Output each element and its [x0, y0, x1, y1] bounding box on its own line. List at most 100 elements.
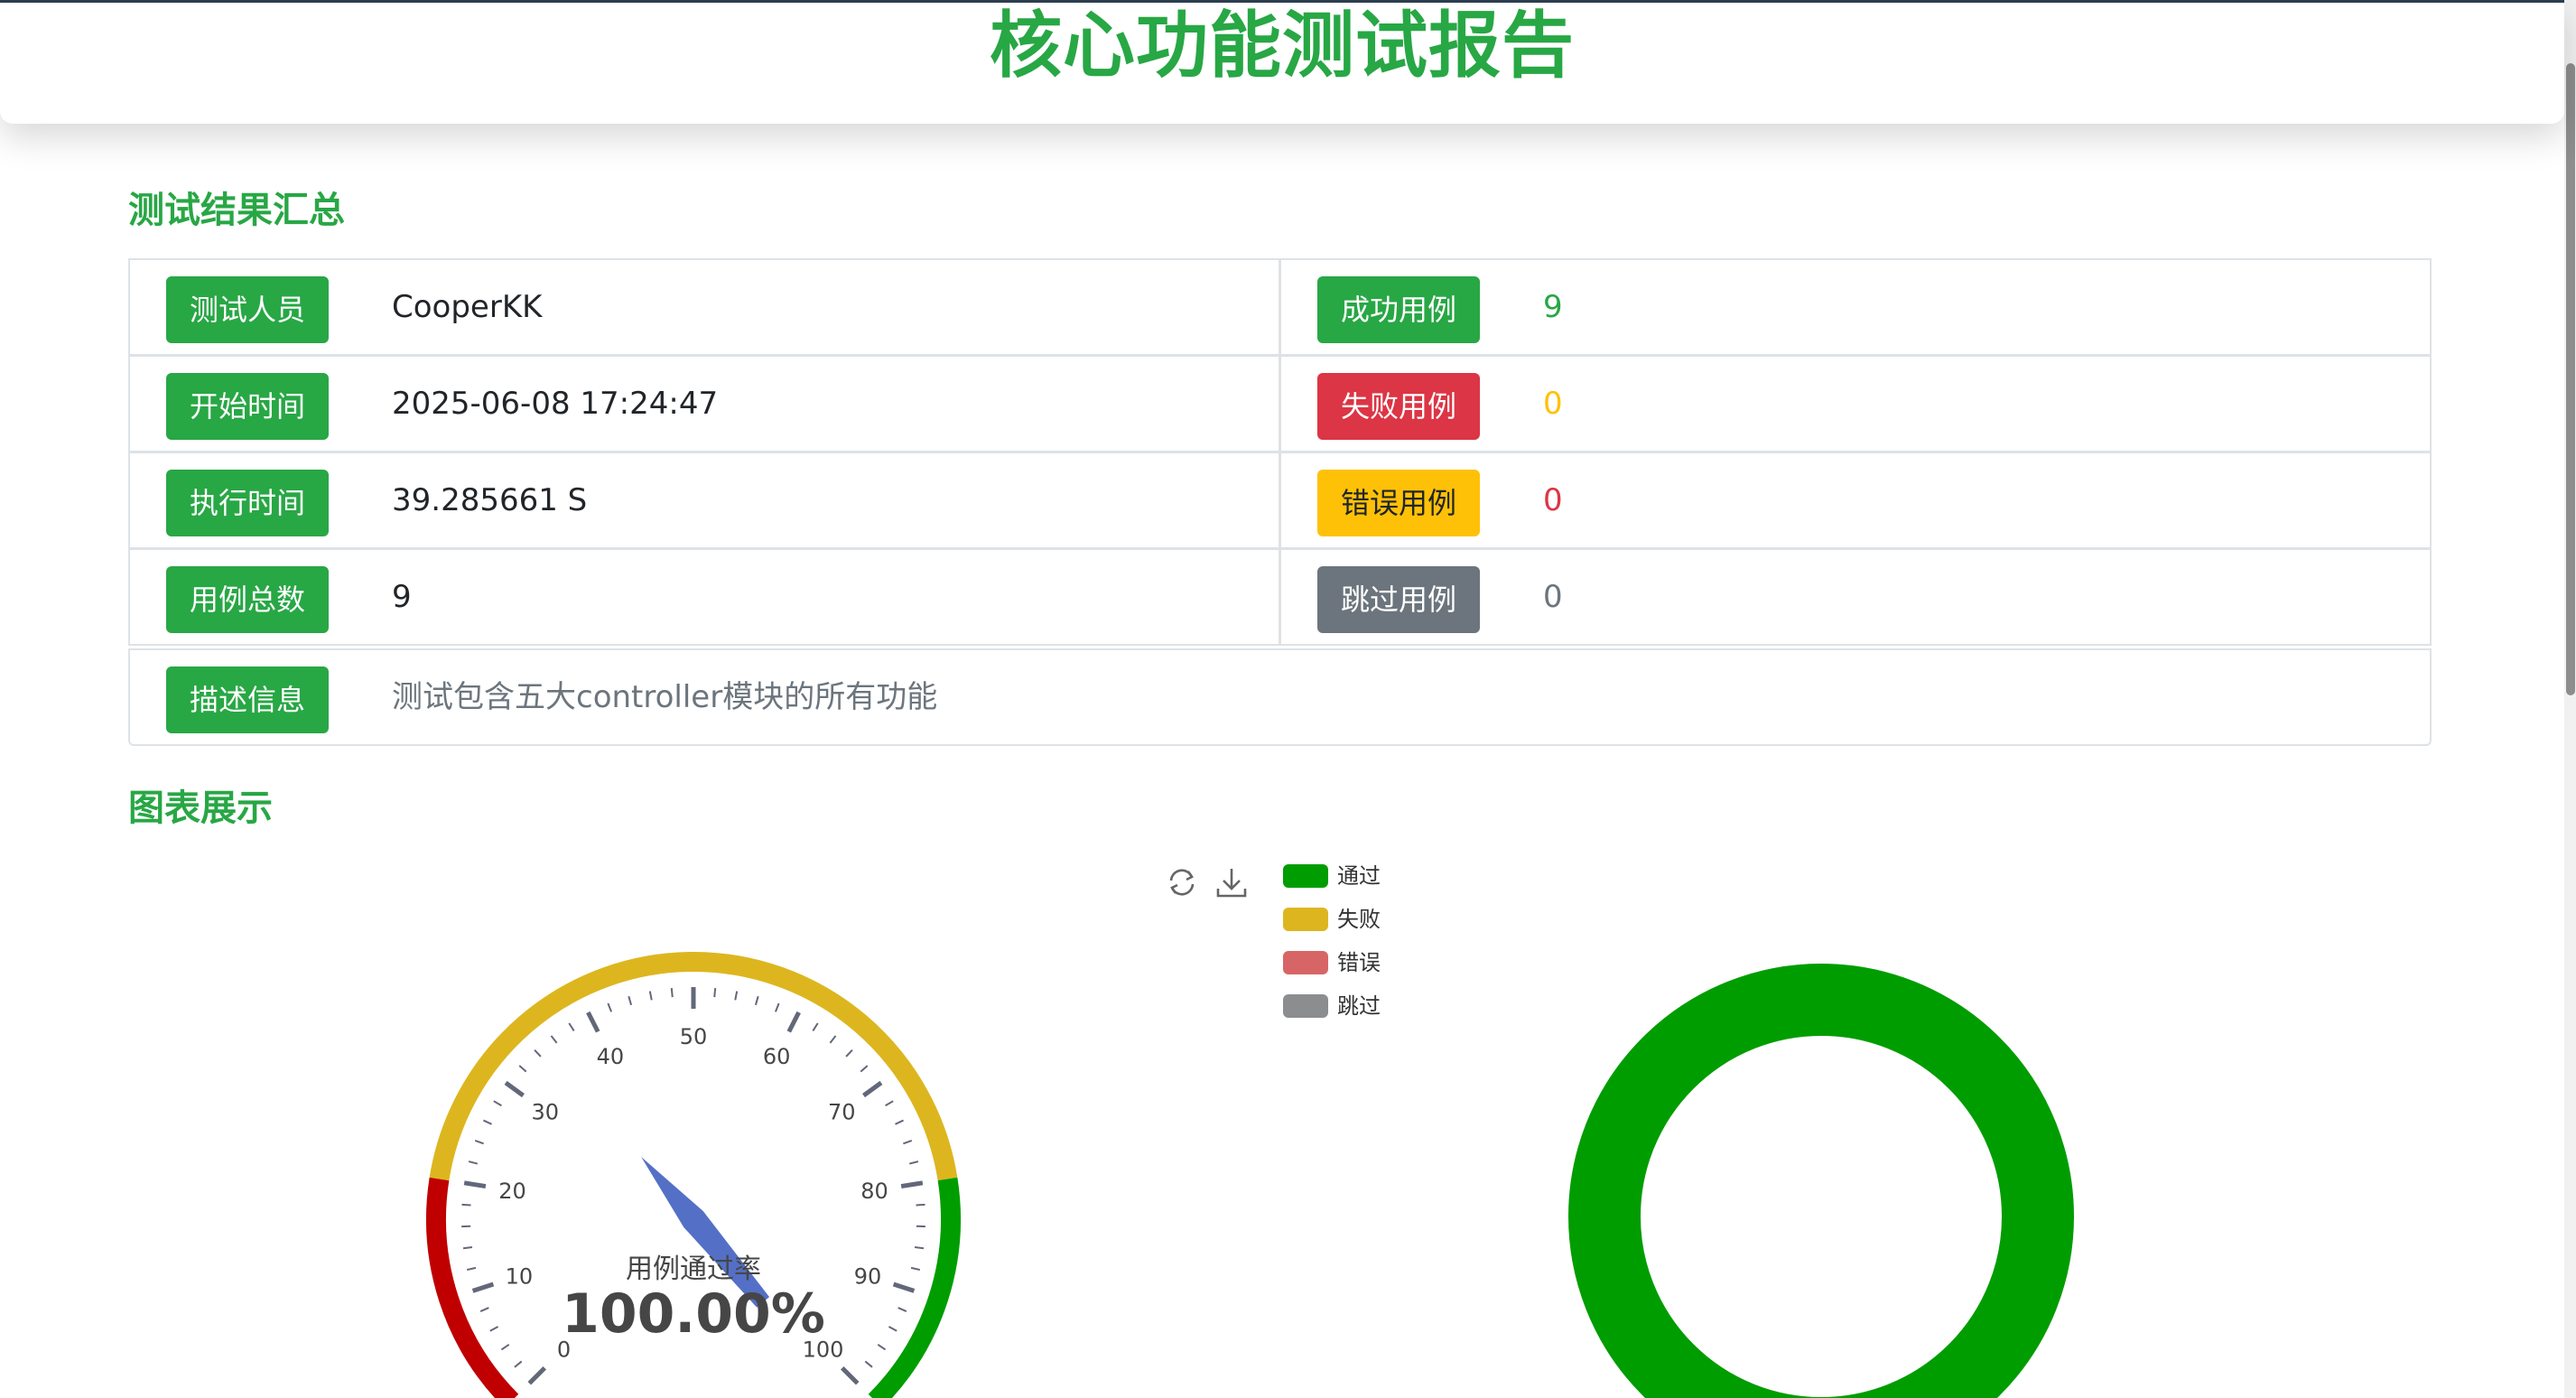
- gauge-tick-label: 70: [828, 1100, 856, 1125]
- gauge-minor-tick: [812, 1022, 819, 1031]
- legend-label-error: 错误: [1337, 950, 1381, 975]
- gauge-tick-label: 20: [498, 1179, 526, 1204]
- gauge-minor-tick: [466, 1266, 477, 1272]
- legend-swatch-skip: [1283, 994, 1328, 1018]
- error-label: 错误用例: [1317, 470, 1480, 536]
- gauge-minor-tick: [895, 1119, 904, 1125]
- gauge-minor-tick: [489, 1326, 499, 1332]
- legend-swatch-fail: [1283, 908, 1328, 931]
- tester-label: 测试人员: [166, 276, 329, 343]
- page-title: 核心功能测试报告: [990, 4, 1575, 88]
- gauge-minor-tick: [670, 988, 674, 998]
- pass-rate-gauge: 0102030405060708090100 用例通过率 100.00%: [426, 952, 961, 1398]
- gauge-tick-label: 90: [854, 1264, 882, 1290]
- summary-section-title: 测试结果汇总: [128, 190, 345, 231]
- gauge-major-tick: [786, 1011, 801, 1033]
- error-row: 错误用例 0: [1279, 452, 2432, 549]
- skip-row: 跳过用例 0: [1279, 548, 2432, 646]
- success-label: 成功用例: [1317, 276, 1480, 343]
- gauge-major-tick: [840, 1365, 860, 1385]
- gauge-minor-tick: [468, 1160, 479, 1165]
- gauge-minor-tick: [500, 1344, 510, 1351]
- gauge-minor-tick: [483, 1119, 492, 1125]
- scrollbar-thumb[interactable]: [2566, 63, 2575, 695]
- gauge-minor-tick: [910, 1266, 921, 1272]
- gauge-major-tick: [504, 1080, 525, 1098]
- gauge-major-tick: [586, 1011, 600, 1033]
- gauge-minor-tick: [908, 1160, 919, 1165]
- gauge-major-tick: [892, 1282, 916, 1293]
- gauge-minor-tick: [774, 1002, 780, 1012]
- gauge-tick-label: 30: [531, 1100, 559, 1125]
- gauge-minor-tick: [493, 1100, 502, 1107]
- gauge-tick-label: 10: [506, 1264, 534, 1290]
- fail-value: 0: [1543, 386, 1563, 422]
- tester-value: CooperKK: [392, 289, 543, 325]
- legend-label-pass: 通过: [1337, 863, 1381, 889]
- gauge-minor-tick: [628, 995, 633, 1006]
- start-time-row: 开始时间 2025-06-08 17:24:47: [128, 355, 1280, 452]
- gauge-minor-tick: [568, 1022, 575, 1031]
- gauge-minor-tick: [845, 1048, 853, 1058]
- skip-label: 跳过用例: [1317, 566, 1480, 633]
- gauge-minor-tick: [518, 1065, 527, 1073]
- gauge-minor-tick: [734, 991, 739, 1001]
- gauge-minor-tick: [860, 1065, 869, 1073]
- gauge-major-tick: [900, 1180, 924, 1189]
- gauge-major-tick: [862, 1080, 883, 1098]
- legend-swatch-error: [1283, 951, 1328, 974]
- duration-row: 执行时间 39.285661 S: [128, 452, 1280, 549]
- fail-row: 失败用例 0: [1279, 355, 2432, 452]
- gauge-minor-tick: [534, 1048, 542, 1058]
- duration-label: 执行时间: [166, 470, 329, 536]
- gauge-minor-tick: [864, 1360, 873, 1368]
- legend-label-skip: 跳过: [1337, 993, 1381, 1019]
- gauge-minor-tick: [550, 1035, 558, 1044]
- description-label: 描述信息: [166, 666, 329, 733]
- gauge-minor-tick: [479, 1307, 489, 1312]
- gauge-minor-tick: [713, 988, 717, 998]
- tester-row: 测试人员 CooperKK: [128, 258, 1280, 356]
- donut-slice-0[interactable]: [1568, 964, 2074, 1398]
- gauge-minor-tick: [648, 991, 653, 1001]
- gauge-minor-tick: [474, 1140, 484, 1145]
- total-row: 用例总数 9: [128, 548, 1280, 646]
- description-row: 描述信息 测试包含五大controller模块的所有功能: [128, 648, 2432, 746]
- start-time-value: 2025-06-08 17:24:47: [392, 386, 719, 422]
- gauge-minor-tick: [461, 1203, 471, 1207]
- error-value: 0: [1543, 482, 1563, 518]
- gauge-major-tick: [471, 1282, 495, 1293]
- total-value: 9: [392, 579, 412, 615]
- gauge-minor-tick: [885, 1100, 894, 1107]
- gauge-minor-tick: [754, 995, 759, 1006]
- gauge-minor-tick: [462, 1245, 473, 1250]
- success-value: 9: [1543, 289, 1563, 325]
- legend-swatch-pass: [1283, 864, 1328, 888]
- gauge-minor-tick: [888, 1326, 897, 1332]
- gauge-tick-label: 80: [860, 1179, 888, 1204]
- legend-label-fail: 失败: [1337, 907, 1381, 932]
- gauge-tick-label: 50: [680, 1024, 708, 1049]
- gauge-minor-tick: [903, 1140, 913, 1145]
- fail-label: 失败用例: [1317, 373, 1480, 440]
- gauge-value: 100.00%: [562, 1282, 825, 1346]
- gauge-minor-tick: [607, 1002, 613, 1012]
- skip-value: 0: [1543, 579, 1563, 615]
- gauge-title: 用例通过率: [626, 1254, 761, 1285]
- success-row: 成功用例 9: [1279, 258, 2432, 356]
- report-header: 核心功能测试报告: [0, 0, 2564, 124]
- gauge-minor-tick: [829, 1035, 837, 1044]
- total-label: 用例总数: [166, 566, 329, 633]
- gauge-minor-tick: [514, 1360, 523, 1368]
- gauge-minor-tick: [916, 1203, 925, 1207]
- start-time-label: 开始时间: [166, 373, 329, 440]
- gauge-minor-tick: [897, 1307, 907, 1312]
- gauge-minor-tick: [914, 1245, 925, 1250]
- description-value: 测试包含五大controller模块的所有功能: [392, 679, 938, 715]
- scrollbar[interactable]: [2564, 0, 2576, 1398]
- gauge-tick-label: 60: [763, 1044, 791, 1069]
- gauge-tick-label: 40: [597, 1044, 625, 1069]
- gauge-major-tick: [527, 1365, 547, 1385]
- result-donut-chart: [1568, 964, 2074, 1398]
- gauge-minor-tick: [877, 1344, 887, 1351]
